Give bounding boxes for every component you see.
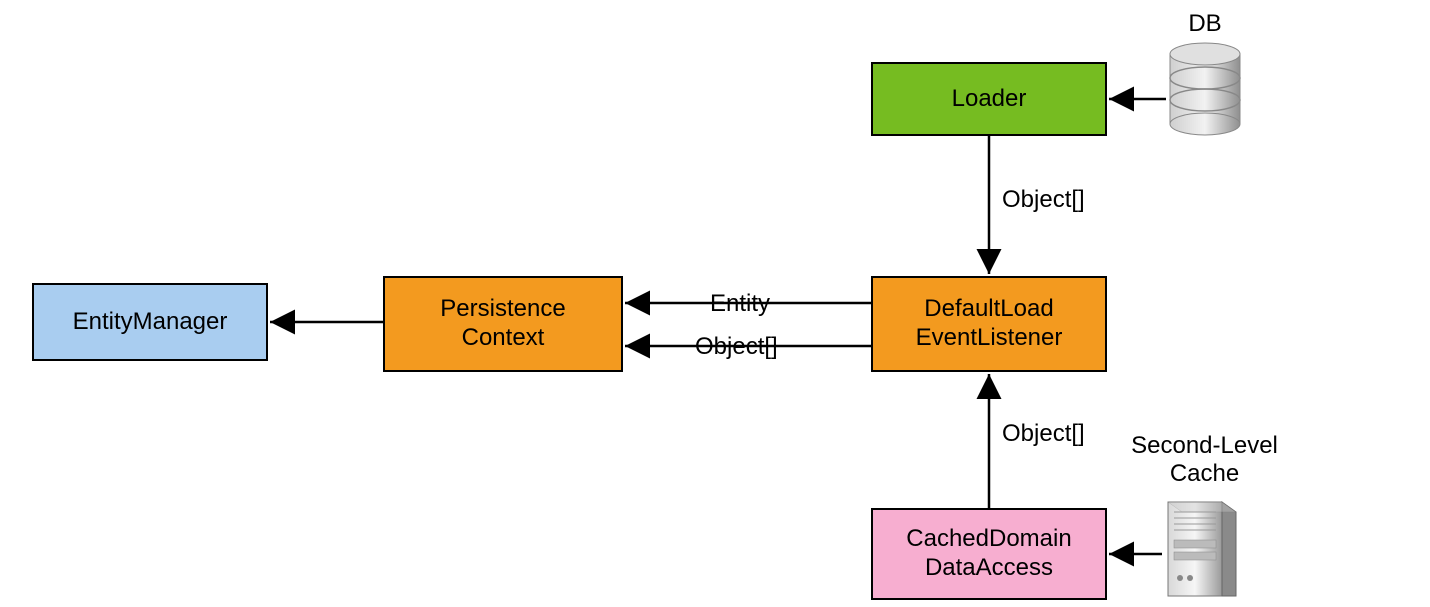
second-level-cache-label: Second-Level Cache <box>1122 432 1287 488</box>
persistence-context-box: Persistence Context <box>383 276 623 372</box>
persistence-context-label: Persistence Context <box>440 295 565 353</box>
entity-manager-box: EntityManager <box>32 283 268 361</box>
dlel-to-pc-object-label: Object[] <box>695 333 778 361</box>
cached-domain-data-access-box: CachedDomain DataAccess <box>871 508 1107 600</box>
database-icon <box>1166 42 1244 136</box>
cdda-to-dlel-label: Object[] <box>1002 420 1085 448</box>
entity-manager-label: EntityManager <box>73 308 228 337</box>
loader-to-dlel-label: Object[] <box>1002 186 1085 214</box>
default-load-event-listener-label: DefaultLoad EventListener <box>916 295 1063 353</box>
server-icon <box>1162 498 1240 600</box>
db-label: DB <box>1180 10 1230 38</box>
loader-box: Loader <box>871 62 1107 136</box>
cached-domain-data-access-label: CachedDomain DataAccess <box>906 525 1071 583</box>
loader-label: Loader <box>952 85 1027 114</box>
default-load-event-listener-box: DefaultLoad EventListener <box>871 276 1107 372</box>
dlel-to-pc-entity-label: Entity <box>710 290 770 318</box>
